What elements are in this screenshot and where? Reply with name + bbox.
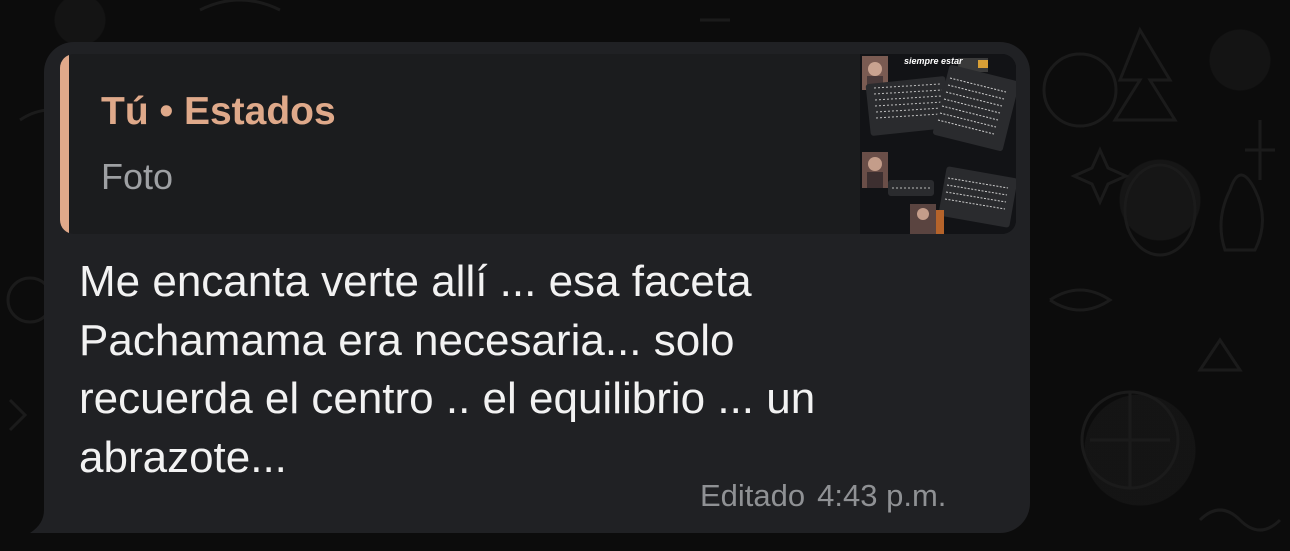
thumbnail-caption: siempre estar (904, 56, 963, 66)
quote-media-type: Foto (101, 156, 174, 197)
message-line: Me encanta verte allí ... esa faceta (79, 257, 752, 306)
message-line: recuerda el centro .. el equilibrio ... … (79, 374, 816, 424)
edited-label: Editado (700, 478, 806, 513)
quote-author: Tú • Estados (101, 90, 336, 133)
message-meta: Editado 4:43 p.m. (700, 478, 946, 514)
reply-quote[interactable]: Tú • Estados Foto siempre estar (60, 54, 1016, 234)
message-text: Me encanta verte allí ... esa faceta Pac… (79, 253, 959, 487)
message-line: Pachamama era necesaria... solo (79, 315, 735, 365)
quote-accent-bar (60, 54, 69, 234)
thumbnail-collage (860, 54, 1016, 234)
status-photo-thumbnail[interactable]: siempre estar (860, 54, 1016, 234)
message-time: 4:43 p.m. (817, 478, 947, 513)
